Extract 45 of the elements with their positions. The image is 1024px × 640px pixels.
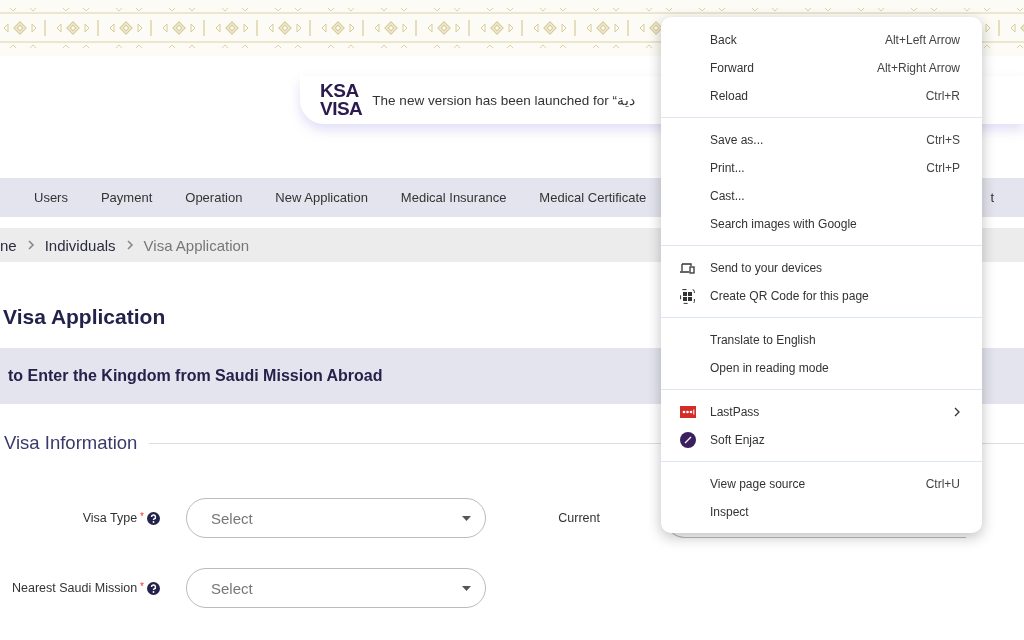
caret-icon [462,515,471,521]
field-label: Nearest Saudi Mission [12,581,138,595]
menu-item[interactable]: Send to your devices [661,254,982,282]
menu-item[interactable]: Save as... Ctrl+S [661,126,982,154]
extension-icon [680,432,696,448]
menu-item[interactable]: Search images with Google [661,210,982,238]
nav-link[interactable]: New Application [275,190,368,205]
menu-item[interactable]: Inspect [661,498,982,526]
breadcrumb-link[interactable]: Individuals [44,236,116,254]
chevron-right-icon [26,240,35,250]
help-icon [147,511,160,525]
menu-item[interactable]: Translate to English [661,326,982,354]
breadcrumb-link[interactable]: Visa Application [143,236,250,254]
menu-item[interactable]: Forward Alt+Right Arrow [661,54,982,82]
menu-item[interactable]: View page source Ctrl+U [661,470,982,498]
menu-item[interactable]: Open in reading mode [661,354,982,382]
menu-item[interactable]: Print... Ctrl+P [661,154,982,182]
menu-item[interactable]: LastPass [661,398,982,426]
field-label: Current [558,511,600,525]
nav-link[interactable]: Medical Certificate [539,190,647,205]
nav-link[interactable]: Users [34,190,68,205]
chevron-right-icon [125,240,134,250]
nav-link[interactable]: Payment [100,190,153,205]
menu-item[interactable]: Cast... [661,182,982,210]
nav-link[interactable]: Medical Insurance [400,190,507,205]
ksa-visa-logo: KSA VISA [320,82,363,118]
nav-link[interactable]: t [990,190,994,205]
menu-item[interactable]: Create QR Code for this page [661,282,982,310]
nav-link[interactable]: Operation [185,190,243,205]
qr-code-icon [680,288,695,304]
menu-item[interactable]: Back Alt+Left Arrow [661,26,982,54]
devices-icon [680,262,695,274]
section-title: to Enter the Kingdom from Saudi Mission Abroad [8,367,383,385]
caret-icon [462,585,471,591]
lastpass-icon [680,406,696,418]
help-icon [147,581,160,595]
menu-item[interactable]: Reload Ctrl+R [661,82,982,110]
required-mark: * [140,511,144,522]
announcement-text: The new version has been launched for “دية [372,92,635,108]
required-mark: * [140,581,144,592]
page-title: Visa Application [3,304,167,330]
menu-item[interactable]: Soft Enjaz [661,426,982,454]
field-label: Visa Type [82,511,138,525]
breadcrumb-link[interactable]: ne [0,236,17,254]
fieldset-legend: Visa Information [4,432,138,454]
